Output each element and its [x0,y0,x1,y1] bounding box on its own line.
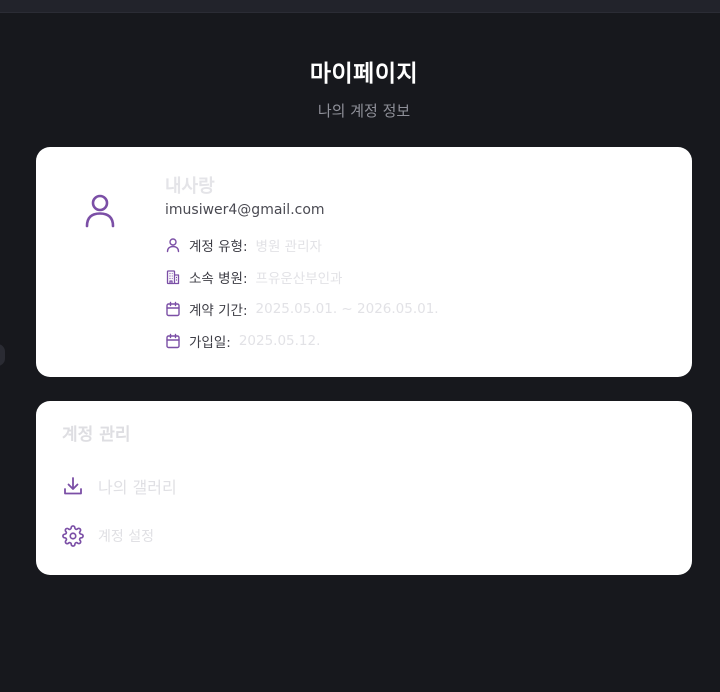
sidebar-toggle-handle[interactable] [0,344,5,366]
building-icon [165,269,181,285]
account-settings-label: 계정 설정 [98,529,154,545]
hospital-value: 프유운산부인과 [255,271,343,287]
account-settings-link[interactable]: 계정 설정 [62,523,154,549]
hospital-label: 소속 병원: [189,271,248,287]
user-name: 내사랑 [165,176,215,197]
join-date-row: 가입일: 2025.05.12. [165,331,320,351]
join-date-value: 2025.05.12. [238,333,321,349]
account-type-label: 계정 유형: [189,239,248,255]
account-type-value: 병원 관리자 [255,239,322,255]
hospital-row: 소속 병원: 프유운산부인과 [165,267,342,287]
account-type-row: 계정 유형: 병원 관리자 [165,235,322,255]
user-email: imusiwer4@gmail.com [165,202,325,218]
avatar-user-icon [82,193,118,229]
page-title: 마이페이지 [309,61,419,87]
top-bar [0,0,720,13]
contract-period-value: 2025.05.01. ~ 2026.05.01. [255,301,439,317]
contract-period-row: 계약 기간: 2025.05.01. ~ 2026.05.01. [165,299,439,319]
my-gallery-link[interactable]: 나의 갤러리 [62,473,177,499]
section-title: 계정 관리 [62,425,131,445]
calendar-icon [165,301,181,317]
join-date-label: 가입일: [189,335,231,351]
account-management-card: 계정 관리 나의 갤러리 계정 설정 [36,401,692,575]
gear-icon [62,525,84,547]
user-icon [165,237,181,253]
profile-card: 내사랑 imusiwer4@gmail.com 계정 유형: 병원 관리자 소속… [36,147,692,377]
download-icon [62,475,84,497]
contract-period-label: 계약 기간: [189,303,248,319]
page-subtitle: 나의 계정 정보 [317,102,411,120]
calendar-icon [165,333,181,349]
my-gallery-label: 나의 갤러리 [98,478,177,497]
